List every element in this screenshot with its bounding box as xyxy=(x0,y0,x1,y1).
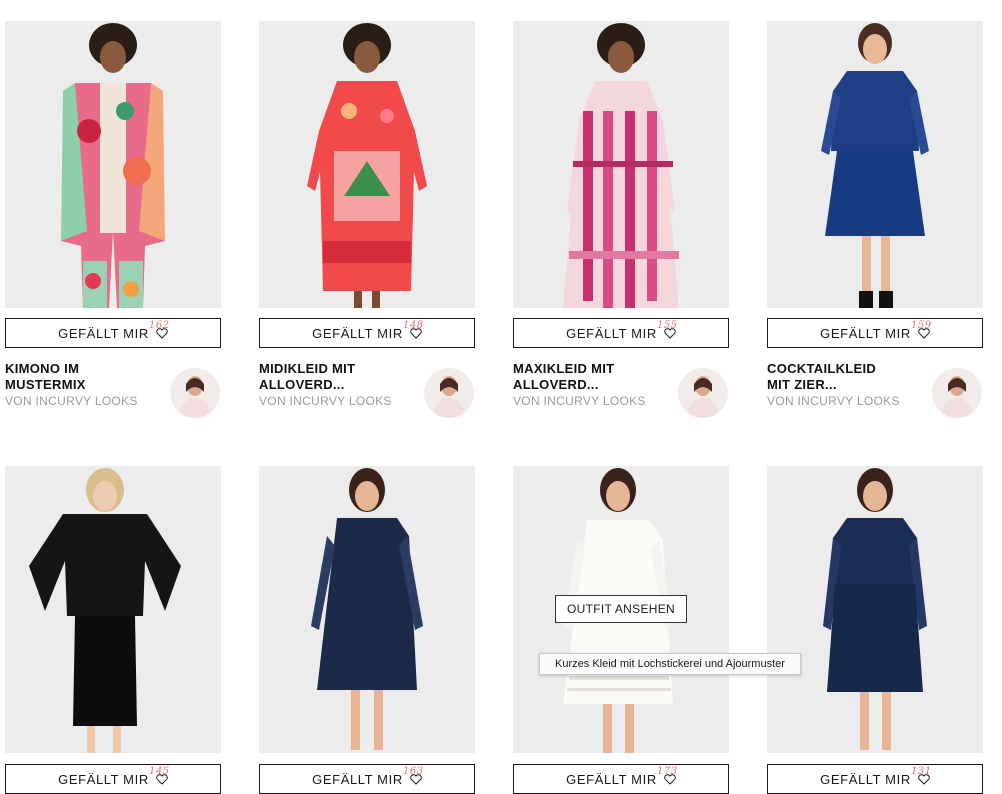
like-button[interactable]: GEFÄLLT MIR 159 xyxy=(767,318,983,348)
product-author[interactable]: VON INCURVY LOOKS xyxy=(767,394,927,408)
product-title-line: MAXIKLEID MIT xyxy=(513,361,615,376)
product-title-line: MIDIKLEID MIT xyxy=(259,361,356,376)
like-count: 162 xyxy=(149,320,170,331)
like-button[interactable]: GEFÄLLT MIR 148 xyxy=(259,318,475,348)
like-button[interactable]: GEFÄLLT MIR 131 xyxy=(767,764,983,794)
product-tooltip: Kurzes Kleid mit Lochstickerei und Ajour… xyxy=(539,653,801,675)
product-title-line: MUSTERMIX xyxy=(5,377,86,392)
like-count: 148 xyxy=(403,320,424,331)
product-image[interactable] xyxy=(5,21,221,308)
like-count: 155 xyxy=(657,320,678,331)
product-title[interactable]: KIMONO IM MUSTERMIX xyxy=(5,361,165,393)
like-label: GEFÄLLT MIR xyxy=(820,771,911,787)
like-button[interactable]: GEFÄLLT MIR 145 xyxy=(5,764,221,794)
author-avatar[interactable] xyxy=(678,368,728,418)
like-count: 145 xyxy=(149,766,170,777)
like-count: 163 xyxy=(403,766,424,777)
like-button[interactable]: GEFÄLLT MIR 173 xyxy=(513,764,729,794)
product-image[interactable] xyxy=(259,21,475,308)
product-image[interactable] xyxy=(259,466,475,753)
product-title-line: COCKTAILKLEID xyxy=(767,361,877,376)
author-avatar[interactable] xyxy=(424,368,474,418)
author-avatar[interactable] xyxy=(932,368,982,418)
product-image[interactable] xyxy=(5,466,221,753)
like-label: GEFÄLLT MIR xyxy=(566,771,657,787)
like-label: GEFÄLLT MIR xyxy=(312,325,403,341)
like-label: GEFÄLLT MIR xyxy=(58,771,149,787)
like-count: 131 xyxy=(911,766,932,777)
outfit-view-button[interactable]: OUTFIT ANSEHEN xyxy=(555,595,687,623)
like-button[interactable]: GEFÄLLT MIR 162 xyxy=(5,318,221,348)
like-count: 159 xyxy=(911,320,932,331)
product-author[interactable]: VON INCURVY LOOKS xyxy=(259,394,419,408)
product-author[interactable]: VON INCURVY LOOKS xyxy=(513,394,673,408)
like-label: GEFÄLLT MIR xyxy=(820,325,911,341)
product-image[interactable] xyxy=(513,21,729,308)
product-image[interactable] xyxy=(767,466,983,753)
product-title[interactable]: MAXIKLEID MIT ALLOVERD... xyxy=(513,361,673,393)
like-label: GEFÄLLT MIR xyxy=(312,771,403,787)
product-image[interactable] xyxy=(767,21,983,308)
like-label: GEFÄLLT MIR xyxy=(566,325,657,341)
product-title[interactable]: MIDIKLEID MIT ALLOVERD... xyxy=(259,361,419,393)
product-title-line: ALLOVERD... xyxy=(513,377,599,392)
like-button[interactable]: GEFÄLLT MIR 163 xyxy=(259,764,475,794)
product-title-line: ALLOVERD... xyxy=(259,377,345,392)
like-count: 173 xyxy=(657,766,678,777)
product-title-line: KIMONO IM xyxy=(5,361,80,376)
product-author[interactable]: VON INCURVY LOOKS xyxy=(5,394,165,408)
product-title[interactable]: COCKTAILKLEID MIT ZIER... xyxy=(767,361,927,393)
author-avatar[interactable] xyxy=(170,368,220,418)
like-button[interactable]: GEFÄLLT MIR 155 xyxy=(513,318,729,348)
product-title-line: MIT ZIER... xyxy=(767,377,837,392)
like-label: GEFÄLLT MIR xyxy=(58,325,149,341)
